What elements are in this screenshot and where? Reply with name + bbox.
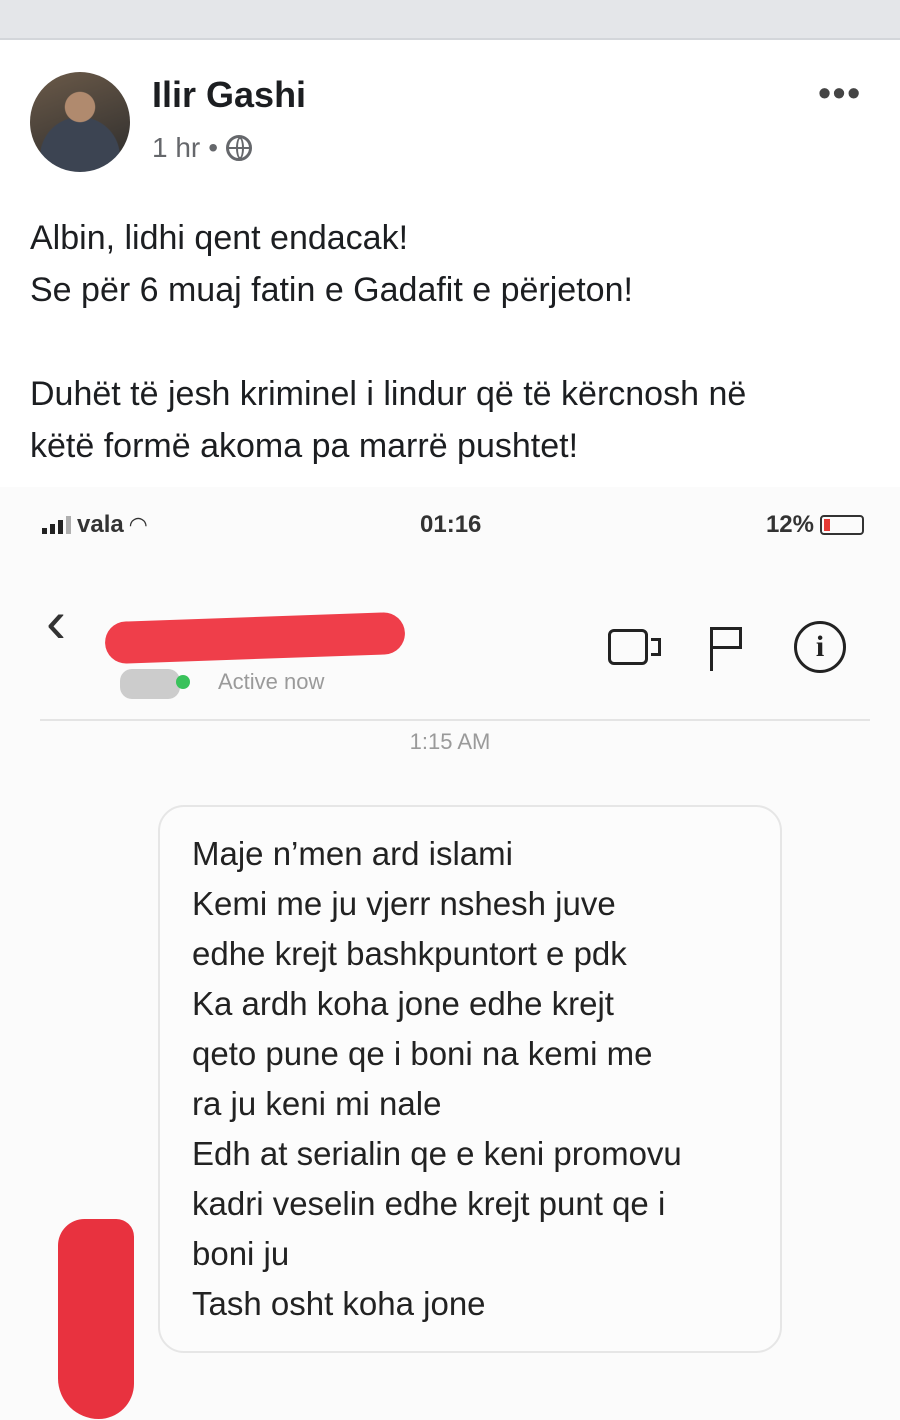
signal-icon bbox=[42, 516, 71, 534]
post-text-line: Se për 6 muaj fatin e Gadafit e përjeton… bbox=[30, 271, 633, 309]
info-icon[interactable]: i bbox=[794, 621, 846, 673]
message-line: edhe krejt bashkpuntort e pdk bbox=[192, 935, 627, 972]
battery-percent: 12% bbox=[765, 511, 814, 538]
post-text-line: Duhët të jesh kriminel i lindur që të kë… bbox=[30, 375, 747, 413]
phone-clock: 01:16 bbox=[420, 511, 482, 538]
header-divider bbox=[40, 719, 870, 721]
feed-top-strip bbox=[0, 0, 900, 40]
message-line: kadri veselin edhe krejt punt qe i bbox=[192, 1185, 666, 1222]
back-icon[interactable]: ‹ bbox=[46, 587, 66, 656]
divider bbox=[0, 38, 900, 40]
online-indicator bbox=[176, 675, 190, 689]
carrier-info: vala ◠ bbox=[42, 511, 147, 539]
message-bubble: Maje n’men ard islami Kemi me ju vjerr n… bbox=[158, 805, 782, 1353]
battery-icon bbox=[820, 515, 864, 535]
message-line: ra ju keni mi nale bbox=[192, 1085, 442, 1122]
carrier-name: vala bbox=[77, 511, 124, 538]
battery-info: 12% bbox=[766, 511, 864, 539]
video-call-icon[interactable] bbox=[608, 629, 661, 665]
attached-screenshot[interactable]: vala ◠ 01:16 12% ‹ Active now i 1:15 AM … bbox=[0, 487, 900, 1420]
phone-status-bar: vala ◠ 01:16 12% bbox=[0, 505, 900, 545]
facebook-post: Ilir Gashi 1 hr • ••• Albin, lidhi qent … bbox=[0, 42, 900, 1420]
message-line: Tash osht koha jone bbox=[192, 1285, 486, 1322]
post-text-line: këtë formë akoma pa marrë pushtet! bbox=[30, 427, 579, 465]
chat-header: ‹ Active now i bbox=[0, 587, 900, 707]
author-avatar[interactable] bbox=[30, 72, 130, 172]
post-meta: 1 hr • bbox=[152, 132, 253, 164]
message-line: qeto pune qe i boni na kemi me bbox=[192, 1035, 653, 1072]
contact-avatar bbox=[120, 669, 180, 699]
flag-icon[interactable] bbox=[710, 627, 746, 671]
author-name[interactable]: Ilir Gashi bbox=[152, 74, 306, 116]
meta-separator: • bbox=[208, 132, 219, 163]
redacted-sender-avatar bbox=[58, 1219, 134, 1419]
message-text: Maje n’men ard islami Kemi me ju vjerr n… bbox=[192, 829, 762, 1329]
message-line: boni ju bbox=[192, 1235, 290, 1272]
message-line: Ka ardh koha jone edhe krejt bbox=[192, 985, 614, 1022]
globe-icon[interactable] bbox=[226, 135, 253, 161]
post-text-line: Albin, lidhi qent endacak! bbox=[30, 219, 409, 257]
redacted-contact-name bbox=[104, 611, 406, 665]
message-line: Kemi me ju vjerr nshesh juve bbox=[192, 885, 616, 922]
message-timestamp: 1:15 AM bbox=[409, 729, 491, 754]
wifi-icon: ◠ bbox=[129, 512, 147, 537]
more-options-icon[interactable]: ••• bbox=[818, 72, 862, 114]
post-text: Albin, lidhi qent endacak! Se për 6 muaj… bbox=[30, 212, 890, 472]
active-status: Active now bbox=[218, 669, 325, 694]
message-line: Edh at serialin qe e keni promovu bbox=[192, 1135, 682, 1172]
post-time[interactable]: 1 hr bbox=[152, 132, 200, 164]
message-line: Maje n’men ard islami bbox=[192, 835, 513, 872]
